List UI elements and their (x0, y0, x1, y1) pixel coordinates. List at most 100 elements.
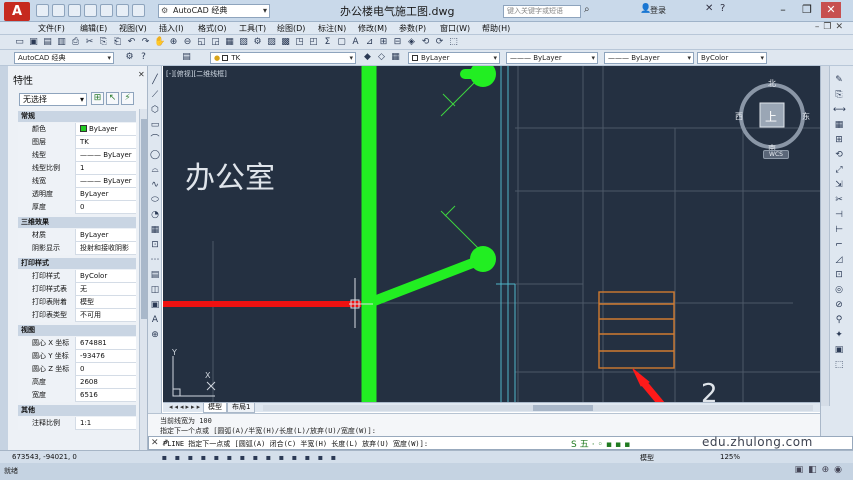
property-value[interactable]: 无 (77, 283, 136, 296)
property-value[interactable]: 模型 (77, 296, 136, 309)
plot-style-dropdown[interactable]: ByColor (697, 52, 767, 64)
property-row[interactable]: 线型比例 1 (18, 162, 136, 175)
construction-line-icon[interactable]: ⟋ (149, 89, 161, 101)
menu-draw[interactable]: 绘图(D) (277, 23, 305, 34)
green-wire[interactable] (361, 66, 488, 412)
options-icon[interactable]: ✦ (833, 329, 845, 341)
property-row[interactable]: 圆心 X 坐标 674881 (18, 337, 136, 350)
section-header[interactable]: 三维效果 (18, 217, 136, 228)
design-center-icon[interactable]: ▧ (238, 37, 249, 48)
property-value[interactable]: ——— ByLayer (77, 149, 136, 162)
pan-icon[interactable]: ✋ (154, 37, 165, 48)
save-icon[interactable] (68, 4, 81, 17)
menu-tools[interactable]: 工具(T) (239, 23, 266, 34)
ellipse-icon[interactable]: ⬭ (149, 194, 161, 206)
ducs-toggle-icon[interactable]: ▪ (251, 453, 260, 462)
zoom-window-icon[interactable]: ◱ (196, 37, 207, 48)
quick-select-icon[interactable]: ⚡ (121, 92, 134, 105)
color-dropdown[interactable]: ByLayer (408, 52, 500, 64)
otrack-toggle-icon[interactable]: ▪ (238, 453, 247, 462)
regen-icon[interactable]: ⟲ (420, 37, 431, 48)
ime-toolbar[interactable]: S五·◦▪▪▪ (571, 437, 633, 450)
zoom-previous-icon[interactable]: ◲ (210, 37, 221, 48)
property-row[interactable]: 注释比例 1:1 (18, 417, 136, 430)
make-block-icon[interactable]: ⊡ (149, 239, 161, 251)
redo-icon[interactable] (132, 4, 145, 17)
print-icon[interactable]: ⎙ (70, 37, 81, 48)
add-selected-icon[interactable]: ⊕ (149, 329, 161, 341)
property-row[interactable]: 打印样式 ByColor (18, 270, 136, 283)
tab-navigation[interactable]: ◂◂◂▸▸▸ (169, 403, 202, 411)
extend-icon[interactable]: ⊣ (833, 209, 845, 221)
point-icon[interactable]: ⋯ (149, 254, 161, 266)
ortho-toggle-icon[interactable]: ▪ (186, 453, 195, 462)
property-row[interactable]: 图层 TK (18, 136, 136, 149)
viewcube-north[interactable]: 北 (768, 79, 776, 88)
viewcube[interactable]: 上 北 南 东 西 (729, 76, 813, 156)
dim-icon[interactable]: ⊿ (364, 37, 375, 48)
autocad-logo-icon[interactable]: A (4, 2, 30, 21)
distribution-box[interactable] (598, 291, 675, 369)
3d-osnap-toggle-icon[interactable]: ▪ (225, 453, 234, 462)
print-icon[interactable] (100, 4, 113, 17)
property-value[interactable]: 2608 (77, 376, 136, 389)
property-row[interactable]: 打印样式表无 (18, 283, 136, 296)
paste-icon[interactable]: ⎗ (112, 37, 123, 48)
property-row[interactable]: 透明度 ByLayer (18, 188, 136, 201)
properties-scrollbar[interactable] (139, 109, 147, 459)
copy-icon[interactable]: ⎘ (833, 89, 845, 101)
linetype-dropdown[interactable]: ——— ByLayer (506, 52, 598, 64)
join-icon[interactable]: ⌐ (833, 239, 845, 251)
break-icon[interactable]: ⊢ (833, 224, 845, 236)
property-value[interactable]: 1:1 (77, 417, 136, 430)
close-icon[interactable]: ✕ (138, 70, 145, 79)
cut-icon[interactable]: ✂ (84, 37, 95, 48)
circle-icon[interactable]: ◯ (149, 149, 161, 161)
exchange-icon[interactable]: ✕ (705, 3, 713, 14)
scroll-thumb[interactable] (141, 119, 147, 319)
property-row[interactable]: 打印表类型 不可用 (18, 309, 136, 322)
property-value[interactable]: ByLayer (77, 123, 136, 136)
workspace-dropdown[interactable]: AutoCAD 经典 (14, 52, 114, 64)
stretch-icon[interactable]: ⇲ (833, 179, 845, 191)
osnap-icon[interactable]: ⊘ (833, 299, 845, 311)
close-button[interactable]: ✕ (821, 2, 841, 18)
fillet-icon[interactable]: ⊡ (833, 269, 845, 281)
toggle-pickadd-icon[interactable]: ⊞ (91, 92, 104, 105)
menu-dimension[interactable]: 标注(N) (318, 23, 346, 34)
property-value[interactable]: ByLayer (77, 188, 136, 201)
sum-icon[interactable]: Σ (322, 37, 333, 48)
qp-toggle-icon[interactable]: ▪ (303, 453, 312, 462)
search-icon[interactable]: ⌕ (584, 4, 590, 15)
text-icon[interactable]: A (350, 37, 361, 48)
qcalc-icon[interactable]: ◰ (308, 37, 319, 48)
property-value[interactable]: 0 (77, 363, 136, 376)
properties-icon[interactable]: ▦ (224, 37, 235, 48)
property-row[interactable]: 圆心 Z 坐标 0 (18, 363, 136, 376)
property-row[interactable]: 阴影显示 投射和接收阴影 (18, 242, 136, 255)
modify-props-icon[interactable]: ▣ (833, 344, 845, 356)
help-icon[interactable]: ? (720, 3, 725, 14)
dyn-toggle-icon[interactable]: ▪ (264, 453, 273, 462)
restore-button[interactable]: ❐ (797, 2, 817, 18)
explode-icon[interactable]: ◎ (833, 284, 845, 296)
menu-parametric[interactable]: 参数(P) (399, 23, 426, 34)
rectangle-icon[interactable]: ▭ (149, 119, 161, 131)
save-icon[interactable]: ▥ (56, 37, 67, 48)
select-objects-icon[interactable]: ↖ (106, 92, 119, 105)
layer-state-icon[interactable]: ▦ (390, 52, 401, 63)
menu-file[interactable]: 文件(F) (38, 23, 65, 34)
layer-properties-icon[interactable]: ▤ (181, 52, 192, 63)
panel-drag-strip[interactable] (0, 66, 8, 463)
tab-model[interactable]: 模型 (203, 403, 227, 413)
open-icon[interactable] (52, 4, 65, 17)
login-link[interactable]: 登录 (650, 5, 666, 16)
sheet-set-icon[interactable]: ▨ (266, 37, 277, 48)
match-icon[interactable]: ◈ (406, 37, 417, 48)
property-row[interactable]: 宽度 6516 (18, 389, 136, 402)
doc-window-controls[interactable]: –❐✕ (815, 22, 847, 32)
menu-view[interactable]: 视图(V) (119, 23, 147, 34)
undo-icon[interactable] (116, 4, 129, 17)
hatch-icon[interactable]: ▤ (149, 269, 161, 281)
new-icon[interactable]: ▭ (14, 37, 25, 48)
